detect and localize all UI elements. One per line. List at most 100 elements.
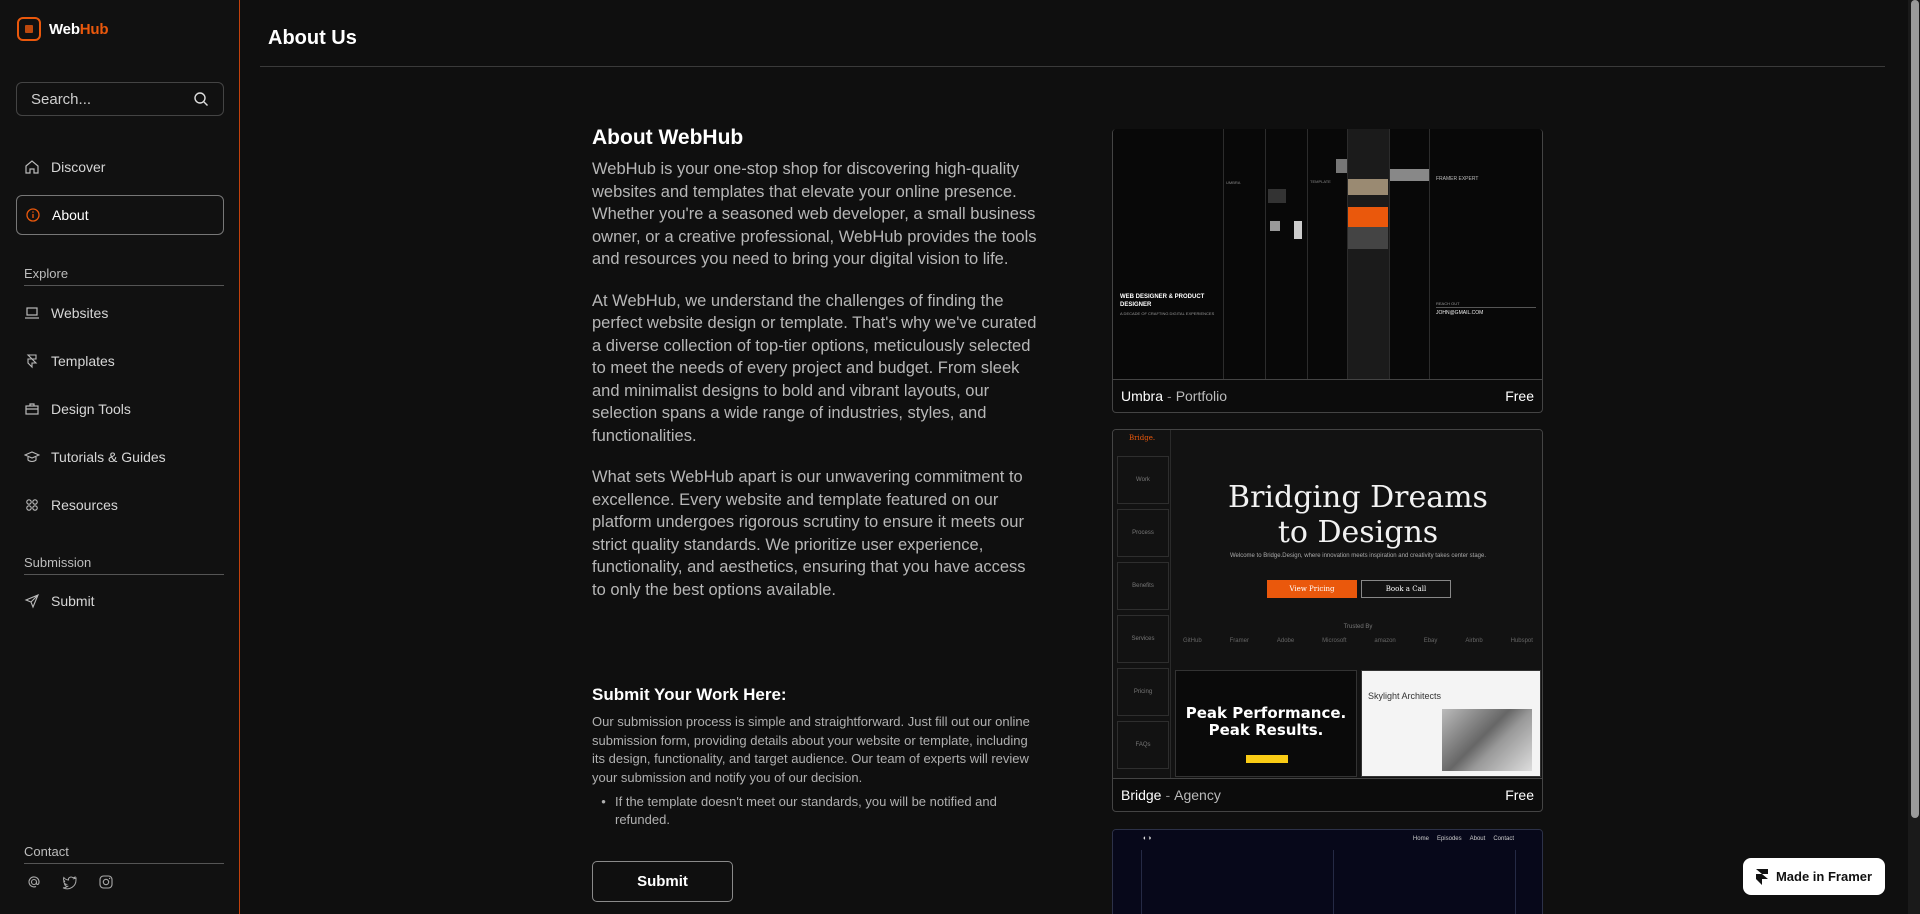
preview-thumb <box>1390 169 1430 181</box>
card-separator: - <box>1165 787 1171 803</box>
info-icon <box>26 208 40 222</box>
nav-item-design-tools[interactable]: Design Tools <box>16 389 224 429</box>
list-item: • If the template doesn't meet our stand… <box>592 793 1037 829</box>
preview-column <box>1265 129 1307 379</box>
brand-logo[interactable]: WebHub <box>17 17 109 41</box>
preview-thumb <box>1268 189 1286 203</box>
preview-trusted: Trusted By <box>1343 624 1373 630</box>
preview-thumb <box>1348 207 1388 227</box>
preview-nav: Home Episodes About Contact <box>1412 836 1514 842</box>
logo-mark-icon <box>17 17 41 41</box>
preview-text: FRAMER EXPERT <box>1436 176 1479 182</box>
submit-button[interactable]: Submit <box>592 861 733 902</box>
nav-item-submit[interactable]: Submit <box>16 581 224 621</box>
nav-label: About <box>52 207 89 223</box>
about-paragraph: WebHub is your one-stop shop for discove… <box>592 160 1037 268</box>
twitter-icon[interactable] <box>62 874 78 890</box>
preview-thumb <box>1348 179 1388 195</box>
card-title: Umbra <box>1121 388 1164 404</box>
nav-item-about[interactable]: About <box>16 195 224 235</box>
card-title: Bridge <box>1121 787 1162 803</box>
preview-role: WEB DESIGNER & PRODUCT DESIGNER <box>1120 294 1205 308</box>
instagram-icon[interactable] <box>98 874 114 890</box>
template-card-bridge[interactable]: Bridge. Work Process Benefits Services P… <box>1112 429 1543 812</box>
preview-nav-item: Benefits <box>1117 562 1169 610</box>
preview-button: Book a Call <box>1361 580 1451 598</box>
preview-column: TEMPLATE <box>1307 129 1348 379</box>
card-footer: Bridge - Agency Free <box>1113 778 1542 811</box>
about-heading: About WebHub <box>592 126 744 149</box>
preview-text: JOHN@GMAIL.COM <box>1436 310 1484 316</box>
preview-nav-item: Services <box>1117 615 1169 663</box>
laptop-icon <box>25 307 39 319</box>
preview-text: TEMPLATE <box>1310 179 1331 184</box>
preview-column: FRAMER EXPERT REACH OUT JOHN@GMAIL.COM <box>1429 129 1542 379</box>
preview-text: UMBRA <box>1226 180 1241 185</box>
nav-item-resources[interactable]: Resources <box>16 485 224 525</box>
preview-thumb <box>1270 221 1280 231</box>
scrollbar-thumb[interactable] <box>1911 0 1919 818</box>
card-category: Portfolio <box>1175 388 1228 404</box>
card-price: Free <box>1505 388 1534 404</box>
preview-headline: Bridging Dreams to Designs <box>1228 480 1488 550</box>
preview-sidenav: Bridge. Work Process Benefits Services P… <box>1113 430 1171 779</box>
preview-column <box>1389 129 1430 379</box>
about-paragraph: At WebHub, we understand the challenges … <box>592 291 1037 445</box>
nav-item-tutorials[interactable]: Tutorials & Guides <box>16 437 224 477</box>
graduation-cap-icon <box>24 451 40 463</box>
briefcase-icon <box>25 403 39 415</box>
preview-text: REACH OUT <box>1436 301 1460 306</box>
home-icon <box>25 160 39 174</box>
brand-name: WebHub <box>49 20 109 38</box>
template-preview: UMBRA TEMPLATE FRAMER EXPERT REACH OUT J… <box>1113 129 1542 379</box>
search-box <box>16 82 224 116</box>
card-price: Free <box>1505 787 1534 803</box>
section-label-contact: Contact <box>24 844 224 864</box>
nav-label: Tutorials & Guides <box>51 449 166 465</box>
preview-nav-item: Process <box>1117 509 1169 557</box>
header-divider <box>260 66 1885 67</box>
about-paragraph: What sets WebHub apart is our unwavering… <box>592 468 1026 599</box>
preview-divider <box>1436 307 1536 308</box>
preview-thumb <box>1294 221 1302 239</box>
send-icon <box>24 593 40 609</box>
section-label-submission: Submission <box>24 555 224 575</box>
about-content: About WebHub WebHub is your one-stop sho… <box>592 126 1042 620</box>
search-icon[interactable] <box>193 91 209 107</box>
section-label-explore: Explore <box>24 266 224 286</box>
preview-logo: Bridge. <box>1129 434 1156 442</box>
nav-item-discover[interactable]: Discover <box>16 147 224 187</box>
nav-label: Resources <box>51 497 118 513</box>
preview-button: View Pricing <box>1267 580 1357 598</box>
preview-nav-item: FAQs <box>1117 721 1169 769</box>
preview-tagline: A DECADE OF CRAFTING DIGITAL EXPERIENCES <box>1120 311 1215 316</box>
made-in-framer-badge[interactable]: Made in Framer <box>1743 858 1885 895</box>
preview-nav-item: Work <box>1117 456 1169 504</box>
preview-column <box>1347 129 1389 379</box>
template-card-umbra[interactable]: UMBRA TEMPLATE FRAMER EXPERT REACH OUT J… <box>1112 129 1543 413</box>
preview-nav-item: Pricing <box>1117 668 1169 716</box>
sidebar: WebHub Discover About Explore Websites T… <box>0 0 240 914</box>
framer-icon <box>26 354 38 369</box>
nav-item-websites[interactable]: Websites <box>16 293 224 333</box>
preview-tile: Skylight Architects <box>1361 670 1541 777</box>
template-preview: ◐◑ Home Episodes About Contact <box>1113 830 1542 914</box>
template-preview: Bridge. Work Process Benefits Services P… <box>1113 430 1542 779</box>
nav-label: Submit <box>51 593 95 609</box>
scrollbar[interactable] <box>1908 0 1920 914</box>
nav-label: Templates <box>51 353 115 369</box>
card-separator: - <box>1167 388 1172 404</box>
card-category: Agency <box>1174 787 1221 803</box>
submit-heading: Submit Your Work Here: <box>592 685 787 704</box>
bullet-text: If the template doesn't meet our standar… <box>615 794 997 827</box>
search-input[interactable] <box>31 90 181 108</box>
framer-logo-icon <box>1755 868 1768 885</box>
nav-label: Discover <box>51 159 106 175</box>
nav-item-templates[interactable]: Templates <box>16 341 224 381</box>
preview-thumb <box>1348 227 1388 249</box>
nav-label: Design Tools <box>51 401 131 417</box>
nav-label: Websites <box>51 305 109 321</box>
at-sign-icon[interactable] <box>26 874 42 890</box>
template-card[interactable]: ◐◑ Home Episodes About Contact <box>1112 829 1543 914</box>
preview-column: UMBRA <box>1223 129 1265 379</box>
